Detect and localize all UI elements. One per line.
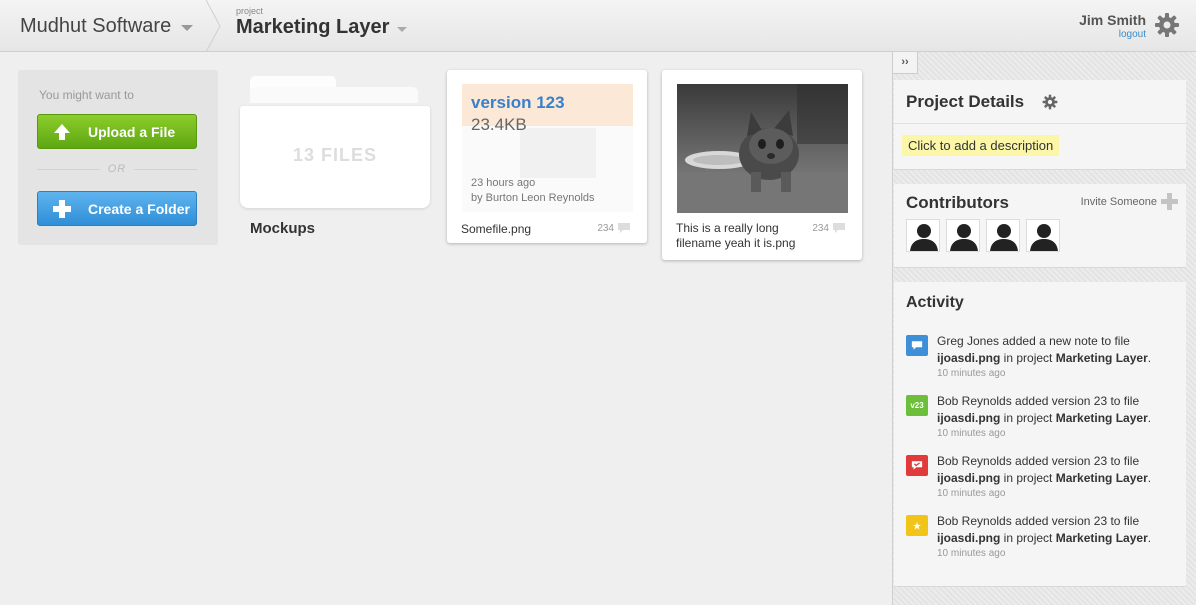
activity-file-link[interactable]: ijoasdi.png [937, 351, 1000, 365]
activity-time: 10 minutes ago [937, 488, 1006, 499]
activity-project-link[interactable]: Marketing Layer [1056, 471, 1148, 485]
org-name: Mudhut Software [20, 14, 172, 37]
project-name: Marketing Layer [236, 16, 390, 38]
suggestion-panel: You might want to Upload a File OR Creat… [18, 70, 218, 245]
create-folder-button[interactable]: Create a Folder [37, 191, 197, 226]
create-folder-label: Create a Folder [88, 200, 190, 217]
avatar[interactable] [986, 219, 1020, 252]
activity-text: Bob Reynolds added version 23 to file ij… [937, 514, 1152, 545]
activity-time: 10 minutes ago [937, 368, 1006, 379]
user-silhouette-icon [990, 224, 1018, 251]
user-silhouette-icon [1030, 224, 1058, 251]
comment-icon [618, 223, 630, 233]
project-details-title: Project Details [906, 92, 1025, 111]
activity-file-link[interactable]: ijoasdi.png [937, 411, 1000, 425]
breadcrumb-separator-icon [206, 0, 221, 52]
file-name[interactable]: Somefile.png [461, 222, 531, 237]
gear-icon[interactable] [1042, 94, 1058, 110]
star-icon [906, 515, 928, 536]
activity-project-link[interactable]: Marketing Layer [1056, 411, 1148, 425]
plus-icon [53, 199, 71, 218]
invite-label: Invite Someone [1080, 195, 1157, 208]
contributors-title: Contributors [906, 193, 1009, 212]
activity-text: Greg Jones added a new note to file ijoa… [937, 334, 1152, 365]
activity-title: Activity [906, 294, 964, 311]
activity-file-link[interactable]: ijoasdi.png [937, 471, 1000, 485]
comment-count-value: 234 [812, 222, 829, 234]
activity-project-link[interactable]: Marketing Layer [1056, 531, 1148, 545]
file-size: 23.4KB [471, 115, 527, 134]
thumbnail-content [520, 128, 596, 178]
approval-icon [906, 455, 928, 476]
suggestion-hint: You might want to [39, 88, 134, 102]
file-thumbnail[interactable]: version 123 23.4KB 23 hours ago by Burto… [462, 84, 633, 212]
add-description-button[interactable]: Click to add a description [902, 135, 1060, 156]
collapse-sidebar-button[interactable]: ›› [892, 52, 918, 74]
file-version: version 123 [471, 93, 565, 112]
activity-file-link[interactable]: ijoasdi.png [937, 531, 1000, 545]
folder-file-count: 13 FILES [292, 144, 378, 165]
chevron-down-icon [181, 24, 194, 31]
user-name: Jim Smith [1079, 12, 1146, 28]
kitten-photo [677, 84, 848, 213]
org-switcher[interactable]: Mudhut Software [0, 0, 212, 52]
activity-project-link[interactable]: Marketing Layer [1056, 351, 1148, 365]
activity-time: 10 minutes ago [937, 428, 1006, 439]
user-silhouette-icon [950, 224, 978, 251]
upload-file-button[interactable]: Upload a File [37, 114, 197, 149]
folder-back [250, 87, 418, 103]
comment-icon [833, 223, 845, 233]
or-label: OR [100, 163, 134, 175]
file-author: by Burton Leon Reynolds [471, 192, 595, 204]
version-icon: v23 [906, 395, 928, 416]
activity-text: Bob Reynolds added version 23 to file ij… [937, 394, 1152, 425]
user-silhouette-icon [910, 224, 938, 251]
comment-count[interactable]: 234 [812, 222, 846, 234]
project-details-panel: Project Details Click to add a descripti… [894, 80, 1186, 170]
avatar[interactable] [946, 219, 980, 252]
folder-tile[interactable]: 13 FILES [240, 76, 430, 208]
plus-icon [1161, 193, 1178, 210]
arrow-up-icon [54, 123, 70, 140]
file-name[interactable]: This is a really long filename yeah it i… [676, 221, 811, 251]
file-card[interactable]: This is a really long filename yeah it i… [662, 70, 862, 260]
comment-icon [906, 335, 928, 356]
invite-someone-button[interactable]: Invite Someone [1081, 193, 1178, 210]
activity-time: 10 minutes ago [937, 548, 1006, 559]
file-timestamp: 23 hours ago [471, 177, 536, 189]
user-menu: Jim Smith logout [1079, 12, 1146, 40]
gear-icon[interactable] [1154, 12, 1180, 38]
file-card[interactable]: version 123 23.4KB 23 hours ago by Burto… [447, 70, 647, 243]
logout-link[interactable]: logout [1079, 29, 1146, 40]
upload-file-label: Upload a File [88, 123, 176, 140]
activity-panel: Activity Greg Jones added a new note to … [894, 282, 1186, 587]
activity-text: Bob Reynolds added version 23 to file ij… [937, 454, 1152, 485]
chevron-down-icon [397, 26, 408, 32]
contributors-panel: Contributors Invite Someone [894, 184, 1186, 268]
project-switcher[interactable]: project Marketing Layer [236, 6, 408, 39]
file-thumbnail[interactable] [677, 84, 848, 213]
avatar[interactable] [1026, 219, 1060, 252]
folder-name[interactable]: Mockups [250, 220, 315, 237]
folder-icon: 13 FILES [240, 106, 430, 208]
comment-count[interactable]: 234 [597, 222, 631, 234]
top-bar: Mudhut Software project Marketing Layer … [0, 0, 1196, 52]
comment-count-value: 234 [597, 222, 614, 234]
avatar[interactable] [906, 219, 940, 252]
contributor-list [906, 219, 1060, 252]
project-small-label: project [236, 6, 264, 16]
divider [894, 123, 1186, 124]
